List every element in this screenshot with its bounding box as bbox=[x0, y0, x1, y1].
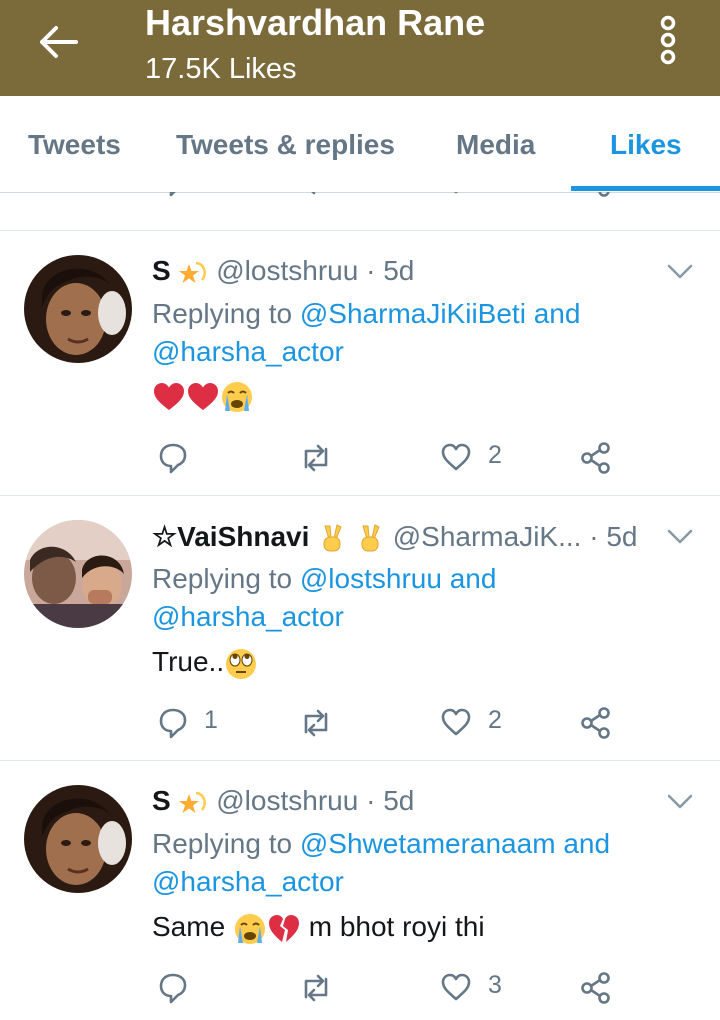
avatar[interactable] bbox=[24, 255, 132, 363]
likes-count-subtitle: 17.5K Likes bbox=[145, 53, 297, 85]
tweet-actions: 2 bbox=[0, 437, 720, 477]
user-handle[interactable]: @lostshruu bbox=[216, 785, 358, 816]
heart-icon[interactable] bbox=[440, 971, 472, 1003]
replying-to-label: Replying to bbox=[152, 563, 293, 594]
replying-to-label: Replying to bbox=[152, 828, 293, 859]
crying-face-emoji-icon bbox=[234, 913, 265, 944]
like-count: 3 bbox=[488, 971, 502, 999]
heart-icon[interactable] bbox=[440, 706, 472, 738]
tweet-text-before: Same bbox=[152, 911, 226, 942]
previous-tweet-actions bbox=[0, 192, 720, 231]
separator: · bbox=[589, 521, 599, 552]
red-heart-emoji-icon bbox=[188, 382, 218, 410]
mention-link[interactable]: @SharmaJiKiiBeti bbox=[300, 298, 526, 329]
replying-to-label: Replying to bbox=[152, 298, 293, 329]
tweet-text bbox=[152, 379, 254, 414]
arrow-left-icon[interactable] bbox=[36, 22, 80, 62]
share-icon[interactable] bbox=[580, 706, 612, 740]
tweet-text: Same m bhot royi thi bbox=[152, 911, 485, 946]
timestamp[interactable]: 5d bbox=[606, 521, 637, 552]
tweet-actions: 1 2 bbox=[0, 702, 720, 742]
profile-header: Harshvardhan Rane 17.5K Likes bbox=[0, 0, 720, 96]
chevron-down-icon[interactable] bbox=[666, 793, 694, 811]
tweet-header: ☆VaiShnavi @SharmaJiK... · 5d bbox=[152, 520, 637, 555]
and-label: and bbox=[533, 298, 581, 329]
retweet-icon[interactable] bbox=[299, 441, 333, 475]
tab-likes[interactable]: Likes bbox=[610, 129, 682, 161]
separator: · bbox=[366, 785, 376, 816]
tab-media[interactable]: Media bbox=[456, 129, 535, 161]
reply-icon[interactable] bbox=[158, 192, 188, 198]
broken-heart-emoji-icon bbox=[268, 914, 299, 942]
and-label: and bbox=[449, 563, 497, 594]
heart-icon[interactable] bbox=[440, 192, 472, 196]
avatar[interactable] bbox=[24, 520, 132, 628]
share-icon[interactable] bbox=[580, 441, 612, 475]
display-name[interactable]: ☆VaiShnavi bbox=[152, 521, 309, 552]
timestamp[interactable]: 5d bbox=[383, 785, 414, 816]
profile-title: Harshvardhan Rane bbox=[145, 2, 486, 43]
tweet-text-after: m bhot royi thi bbox=[308, 911, 485, 942]
share-icon[interactable] bbox=[580, 971, 612, 1005]
replying-to: Replying to @SharmaJiKiiBeti and @harsha… bbox=[152, 295, 580, 371]
retweet-icon[interactable] bbox=[299, 706, 333, 740]
separator: · bbox=[366, 255, 376, 286]
tweet-item[interactable]: S @lostshruu · 5d Replying to @SharmaJiK… bbox=[0, 231, 720, 496]
like-count: 2 bbox=[488, 706, 502, 734]
display-name[interactable]: S bbox=[152, 785, 171, 816]
tweet-item[interactable]: S @lostshruu · 5d Replying to @Shwetamer… bbox=[0, 761, 720, 1020]
tweet-item[interactable]: ☆VaiShnavi @SharmaJiK... · 5d Replying t… bbox=[0, 496, 720, 761]
user-handle[interactable]: @SharmaJiK... bbox=[393, 521, 582, 552]
reply-icon[interactable] bbox=[158, 971, 188, 1005]
victory-hand-emoji-icon bbox=[323, 523, 342, 552]
reply-icon[interactable] bbox=[158, 706, 188, 740]
crying-face-emoji-icon bbox=[222, 381, 252, 412]
avatar[interactable] bbox=[24, 785, 132, 893]
mention-link[interactable]: @harsha_actor bbox=[152, 866, 344, 897]
profile-tabs: Tweets Tweets & replies Media Likes bbox=[0, 96, 720, 193]
rolling-eyes-emoji-icon bbox=[226, 648, 257, 679]
share-icon[interactable] bbox=[580, 192, 612, 198]
active-tab-indicator bbox=[571, 186, 720, 191]
red-heart-emoji-icon bbox=[154, 382, 184, 410]
mention-link[interactable]: @harsha_actor bbox=[152, 601, 344, 632]
reply-count: 1 bbox=[204, 706, 218, 734]
timestamp[interactable]: 5d bbox=[383, 255, 414, 286]
mention-link[interactable]: @harsha_actor bbox=[152, 336, 344, 367]
heart-icon[interactable] bbox=[440, 441, 472, 473]
mention-link[interactable]: @lostshruu bbox=[300, 563, 442, 594]
user-handle[interactable]: @lostshruu bbox=[216, 255, 358, 286]
retweet-icon[interactable] bbox=[299, 971, 333, 1005]
dizzy-star-emoji-icon bbox=[179, 261, 207, 283]
reply-icon[interactable] bbox=[158, 441, 188, 475]
chevron-down-icon[interactable] bbox=[666, 263, 694, 281]
tab-tweets-replies[interactable]: Tweets & replies bbox=[176, 129, 395, 161]
retweet-icon[interactable] bbox=[299, 192, 333, 198]
display-name[interactable]: S bbox=[152, 255, 171, 286]
like-count: 2 bbox=[488, 441, 502, 469]
tab-tweets[interactable]: Tweets bbox=[28, 129, 121, 161]
tweet-text: True.. bbox=[152, 646, 258, 681]
dizzy-star-emoji-icon bbox=[179, 791, 207, 813]
victory-hand-emoji-icon bbox=[361, 523, 380, 552]
and-label: and bbox=[563, 828, 611, 859]
tweet-header: S @lostshruu · 5d bbox=[152, 255, 414, 288]
tweet-actions: 3 bbox=[0, 967, 720, 1007]
replying-to: Replying to @Shwetameranaam and @harsha_… bbox=[152, 825, 610, 901]
tweet-text-content: True.. bbox=[152, 646, 225, 677]
replying-to: Replying to @lostshruu and @harsha_actor bbox=[152, 560, 496, 636]
mention-link[interactable]: @Shwetameranaam bbox=[300, 828, 556, 859]
more-vertical-icon[interactable] bbox=[652, 14, 684, 66]
chevron-down-icon[interactable] bbox=[666, 528, 694, 546]
tweet-header: S @lostshruu · 5d bbox=[152, 785, 414, 818]
